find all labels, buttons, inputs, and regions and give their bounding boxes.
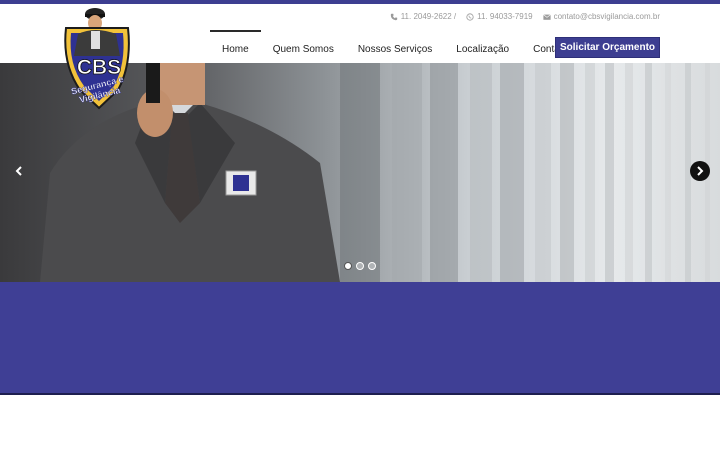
chevron-right-icon bbox=[697, 166, 704, 176]
slider-pagination bbox=[344, 262, 376, 270]
request-quote-button[interactable]: Solicitar Orçamento bbox=[555, 37, 660, 58]
whatsapp-group: 11. 94033-7919 bbox=[466, 12, 533, 21]
envelope-icon bbox=[542, 13, 551, 20]
slider-prev-button[interactable] bbox=[9, 161, 29, 181]
phone-group: 11. 2049-2622 / bbox=[390, 12, 456, 21]
phone-icon bbox=[390, 13, 397, 20]
cbs-logo[interactable]: CBS Segurança e Vigilância bbox=[58, 4, 140, 116]
contact-info: 11. 2049-2622 / 11. 94033-7919 contato@c… bbox=[390, 12, 660, 21]
phone-number[interactable]: 11. 2049-2622 / bbox=[401, 12, 456, 21]
nav-item-localizacao[interactable]: Localização bbox=[444, 30, 521, 66]
slider-next-button[interactable] bbox=[690, 161, 710, 181]
slider-dot-2[interactable] bbox=[356, 262, 364, 270]
nav-item-quem-somos[interactable]: Quem Somos bbox=[261, 30, 346, 66]
brand-color-band bbox=[0, 282, 720, 393]
nav-item-nossos-servicos[interactable]: Nossos Serviços bbox=[346, 30, 444, 66]
slider-dot-3[interactable] bbox=[368, 262, 376, 270]
email-link[interactable]: contato@cbsvigilancia.com.br bbox=[554, 12, 660, 21]
nav-item-home[interactable]: Home bbox=[210, 30, 261, 66]
chevron-left-icon bbox=[15, 166, 22, 176]
whatsapp-number[interactable]: 11. 94033-7919 bbox=[477, 12, 532, 21]
email-group: contato@cbsvigilancia.com.br bbox=[542, 12, 660, 21]
main-nav: Home Quem Somos Nossos Serviços Localiza… bbox=[210, 30, 580, 66]
slider-dot-1[interactable] bbox=[344, 262, 352, 270]
page: 11. 2049-2622 / 11. 94033-7919 contato@c… bbox=[0, 0, 720, 450]
content-area bbox=[0, 395, 720, 450]
whatsapp-icon bbox=[466, 12, 474, 21]
